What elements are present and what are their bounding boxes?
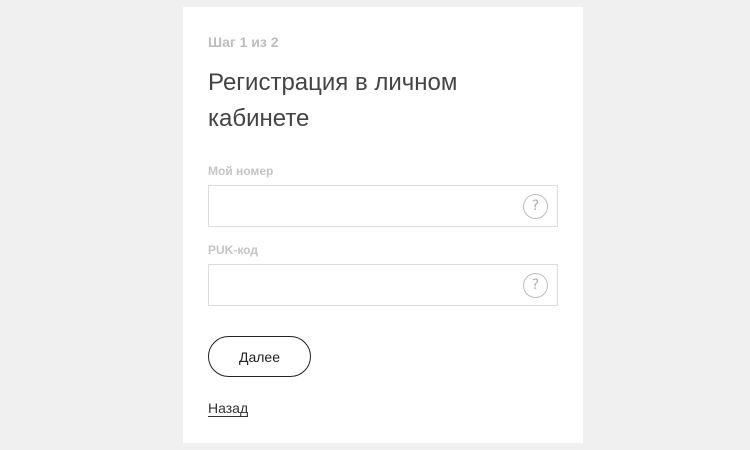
puk-code-label: PUK-код (208, 243, 258, 257)
phone-number-field: ? (208, 185, 558, 227)
page-title: Регистрация в личном кабинете (208, 69, 458, 132)
back-link[interactable]: Назад (208, 400, 249, 417)
puk-code-field: ? (208, 264, 558, 306)
phone-help-icon[interactable]: ? (523, 194, 548, 219)
puk-code-input[interactable] (209, 265, 533, 305)
phone-number-label: Мой номер (208, 164, 274, 178)
puk-help-icon[interactable]: ? (523, 273, 548, 298)
step-indicator: Шаг 1 из 2 (208, 34, 279, 50)
registration-card: Шаг 1 из 2 Регистрация в личном кабинете… (183, 7, 583, 443)
next-button[interactable]: Далее (208, 336, 311, 377)
phone-number-input[interactable] (209, 186, 533, 226)
